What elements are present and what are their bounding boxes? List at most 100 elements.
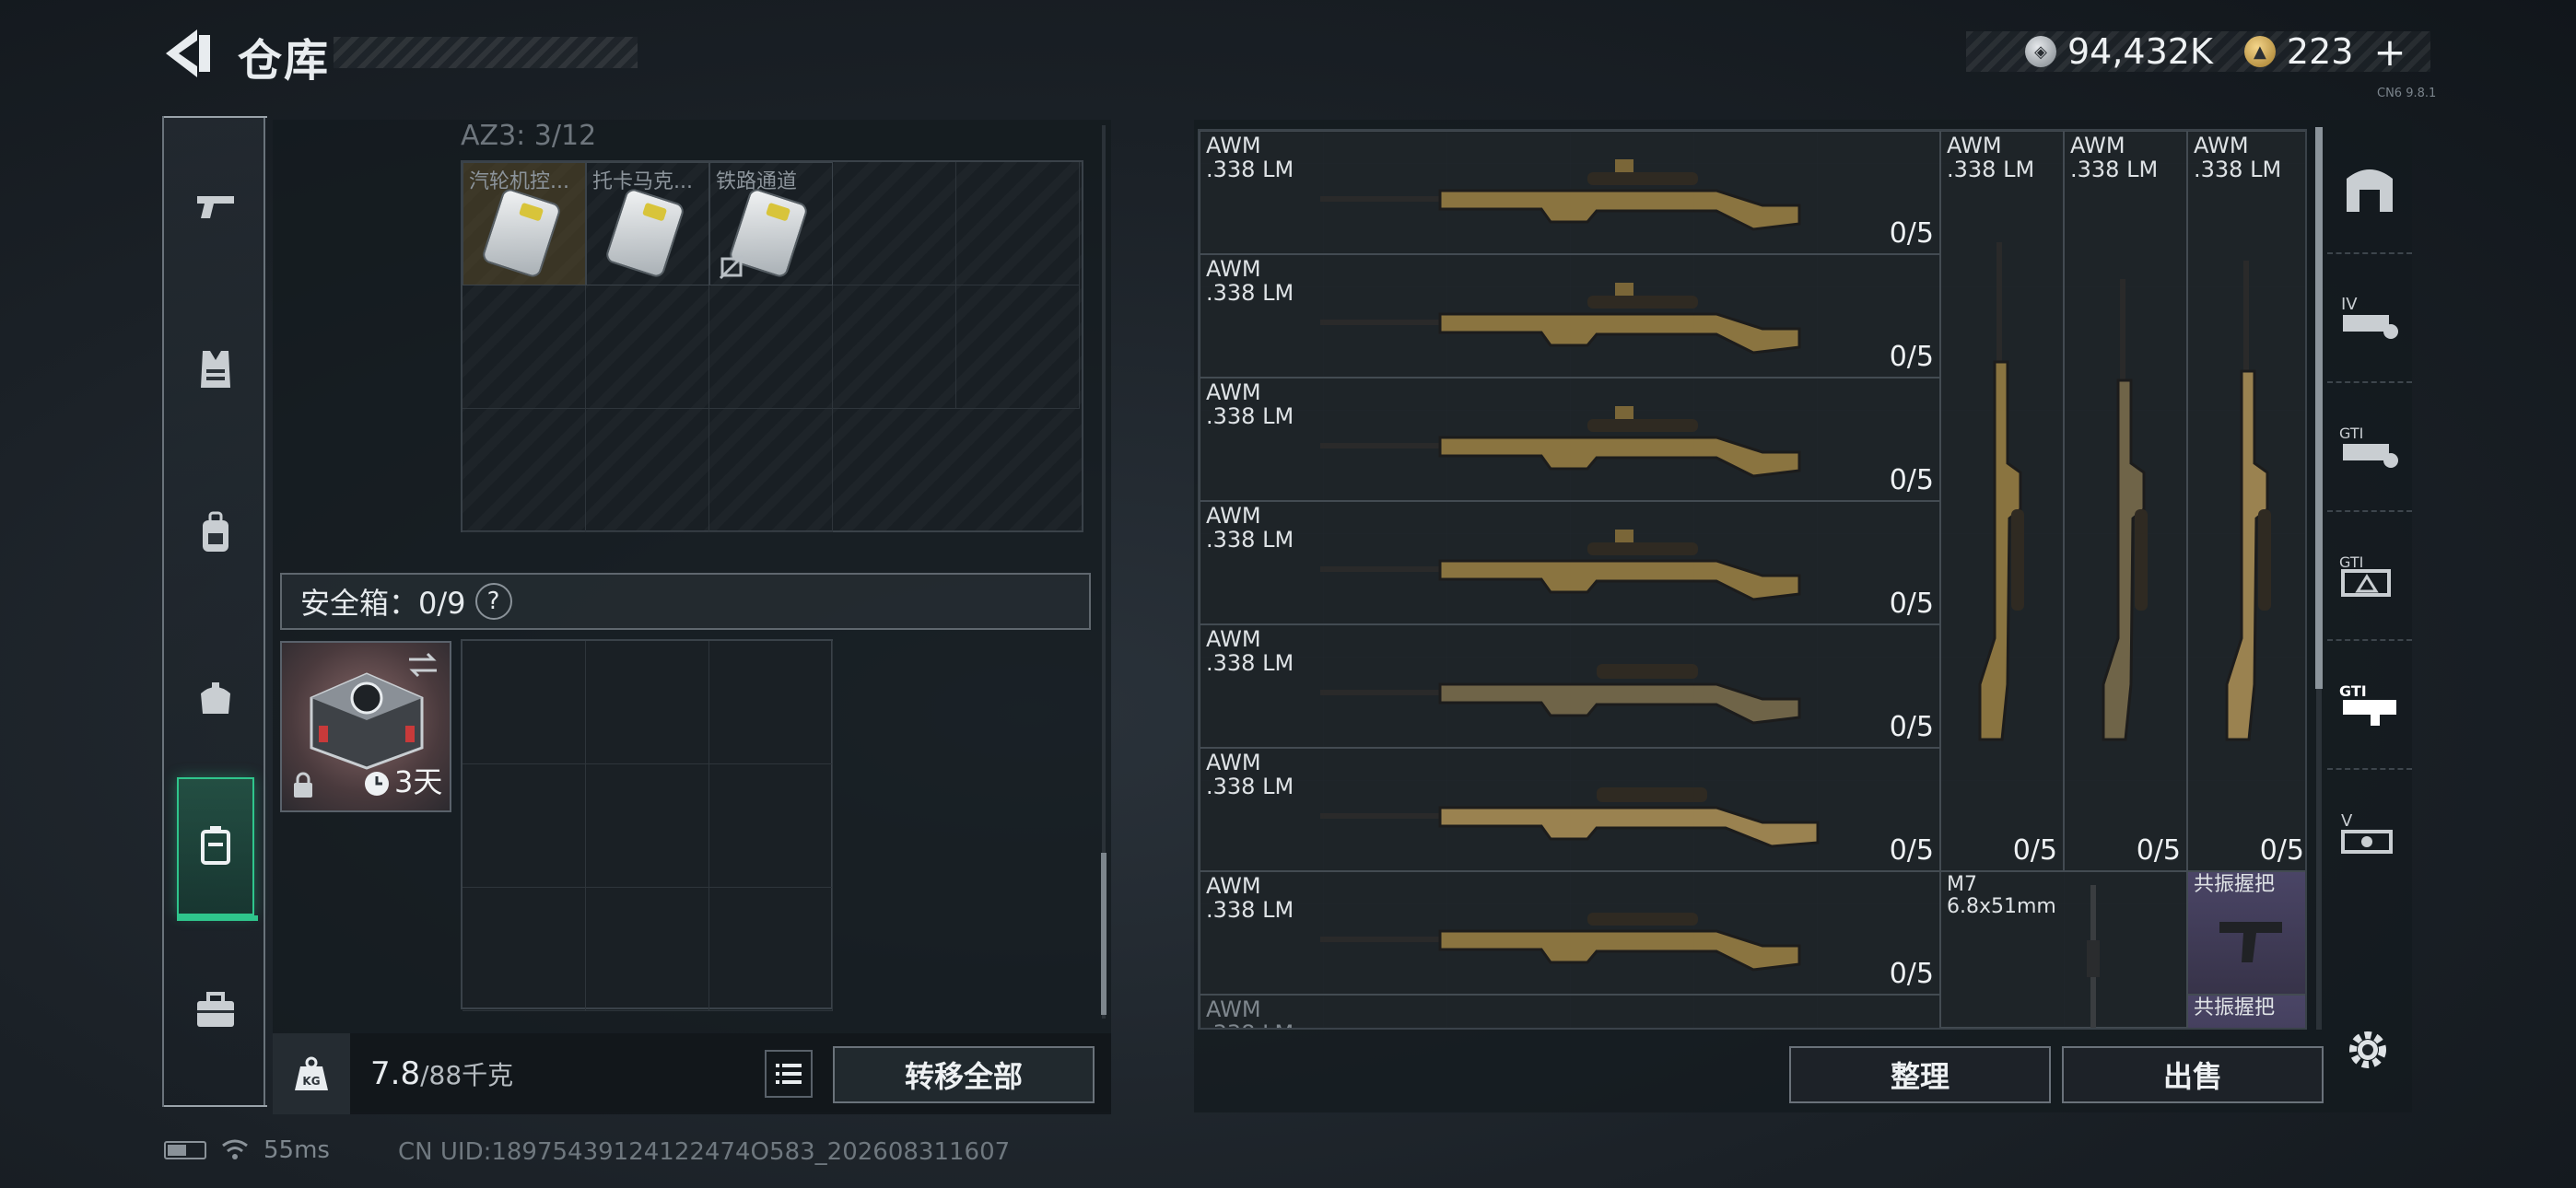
grip-icon xyxy=(2219,922,2282,962)
left-scrollbar[interactable] xyxy=(1101,853,1107,1015)
item-name: AWM .338 LM xyxy=(1206,379,1294,429)
key-card-item[interactable]: 汽轮机控... xyxy=(463,162,586,285)
nav-item-pouch[interactable] xyxy=(177,628,254,766)
key-card-item[interactable]: 托卡马克... xyxy=(586,162,709,285)
grid-cell[interactable] xyxy=(463,285,586,409)
grid-cell[interactable] xyxy=(586,285,709,409)
swap-icon[interactable] xyxy=(405,650,440,680)
item-name: 铁路通道 xyxy=(716,170,798,193)
nav-cap-bottom xyxy=(164,1105,267,1107)
item-name: AWM .338 LM xyxy=(1206,626,1294,676)
item-count: 0/5 xyxy=(2136,834,2181,867)
item-count: 0/5 xyxy=(1889,341,1934,373)
nav-item-briefcase[interactable] xyxy=(177,941,254,1079)
tab-gti-armor[interactable]: GTI xyxy=(2327,383,2412,512)
gti-armor-icon: GTI xyxy=(2339,425,2398,468)
currency-bar: ◈ 94,432K ▲ 223 + xyxy=(1966,29,2430,75)
rifle-icon xyxy=(1978,242,2024,741)
grid-cell[interactable] xyxy=(586,888,709,1011)
safebox-header: 安全箱：0/9 ? xyxy=(280,573,1091,630)
svg-text:V: V xyxy=(2341,811,2353,831)
tab-gti-armor-alt[interactable]: GTI xyxy=(2327,512,2412,641)
weapon-item-awm[interactable]: AWM .338 LM 0/5 xyxy=(1200,131,1940,254)
grid-cell[interactable] xyxy=(709,888,833,1011)
grid-cell[interactable] xyxy=(956,285,1080,409)
sort-button[interactable]: 整理 xyxy=(1789,1046,2051,1103)
weapon-item-awm[interactable]: AWM .338 LM 0/5 xyxy=(1200,254,1940,378)
sell-button[interactable]: 出售 xyxy=(2062,1046,2324,1103)
rifle-icon xyxy=(2087,885,2100,1028)
item-count: 0/5 xyxy=(1889,217,1934,250)
tab-v-armor[interactable]: V xyxy=(2327,770,2412,899)
grid-cell[interactable] xyxy=(833,285,956,409)
item-name: AWM .338 LM xyxy=(1206,996,1294,1028)
pistol-icon xyxy=(197,196,234,218)
grid-cell[interactable] xyxy=(463,409,586,532)
nav-item-safebox[interactable] xyxy=(177,777,258,921)
key-card-item[interactable]: 铁路通道 xyxy=(709,162,833,285)
grid-cell[interactable] xyxy=(709,285,833,409)
grid-cell[interactable] xyxy=(586,641,709,764)
add-currency-button[interactable]: + xyxy=(2373,29,2406,75)
active-tab-underline xyxy=(177,915,258,921)
grid-cell[interactable] xyxy=(463,888,586,1011)
weapon-item-awm[interactable]: AWM .338 LM 0/5 xyxy=(1200,871,1940,995)
help-button[interactable]: ? xyxy=(474,583,512,620)
item-name: AWM .338 LM xyxy=(2194,133,2282,182)
grid-cell[interactable] xyxy=(586,409,709,532)
grid-cell[interactable] xyxy=(956,162,1080,285)
wifi-icon xyxy=(222,1139,248,1159)
battery-icon xyxy=(164,1141,206,1159)
weapon-item-awm[interactable]: AWM .338 LM 0/5 xyxy=(1200,748,1940,871)
nav-item-vest[interactable] xyxy=(177,300,254,438)
weapon-item-awm-vertical[interactable]: AWM .338 LM 0/5 xyxy=(1940,131,2064,871)
back-button[interactable] xyxy=(158,26,223,81)
item-name: AWM .338 LM xyxy=(1206,133,1294,182)
transfer-all-button[interactable]: 转移全部 xyxy=(833,1046,1095,1103)
weapon-item-awm-vertical[interactable]: AWM .338 LM 0/5 xyxy=(2187,131,2305,871)
weapon-item-awm[interactable]: AWM .338 LM xyxy=(1200,995,1940,1028)
safebox-item[interactable]: 3天 xyxy=(280,641,451,812)
item-name: M7 6.8x51mm xyxy=(1947,873,2056,918)
safebox-grid xyxy=(461,639,833,1011)
grid-cell[interactable] xyxy=(709,641,833,764)
list-icon xyxy=(776,1064,802,1084)
grid-cell[interactable] xyxy=(833,162,956,285)
attachment-item-grip[interactable]: 共振握把 xyxy=(2187,871,2305,995)
weapon-item-awm[interactable]: AWM .338 LM 0/5 xyxy=(1200,624,1940,748)
title-stripe xyxy=(334,37,638,68)
svg-text:IV: IV xyxy=(2341,295,2358,314)
lock-icon xyxy=(294,772,312,798)
nav-item-backpack[interactable] xyxy=(177,464,254,602)
safebox-title: 安全箱：0/9 xyxy=(300,586,466,621)
svg-text:GTI: GTI xyxy=(2339,682,2367,700)
item-name: AWM .338 LM xyxy=(1206,256,1294,306)
rifle-icon xyxy=(2225,261,2271,741)
grid-cell[interactable] xyxy=(463,641,586,764)
weapon-item-awm[interactable]: AWM .338 LM 0/5 xyxy=(1200,378,1940,501)
nav-item-weapon[interactable] xyxy=(177,136,254,274)
rifle-icon xyxy=(1320,664,1801,725)
item-name: AWM .338 LM xyxy=(1206,503,1294,553)
tab-all-items[interactable] xyxy=(2327,125,2412,254)
weapon-item-m7[interactable]: M7 6.8x51mm xyxy=(1940,871,2187,1028)
tab-level-iv-armor[interactable]: IV xyxy=(2327,254,2412,383)
list-view-button[interactable] xyxy=(765,1050,813,1098)
grid-cell[interactable] xyxy=(709,764,833,888)
stash-scrollbar[interactable] xyxy=(2315,127,2323,689)
rifle-icon xyxy=(1320,406,1801,478)
grid-cell[interactable] xyxy=(709,409,833,532)
tab-gti-weapon[interactable]: GTI xyxy=(2327,641,2412,770)
settings-gear-icon[interactable] xyxy=(2342,1024,2394,1076)
keycard-icon xyxy=(480,186,563,280)
silver-currency-value: 94,432K xyxy=(2067,31,2213,72)
weapon-item-awm-vertical[interactable]: AWM .338 LM 0/5 xyxy=(2064,131,2187,871)
back-arrow-icon xyxy=(166,29,210,77)
clock-icon xyxy=(365,772,389,796)
grid-cell[interactable] xyxy=(463,764,586,888)
weapon-item-awm[interactable]: AWM .338 LM 0/5 xyxy=(1200,501,1940,624)
attachment-item-grip[interactable]: 共振握把 xyxy=(2187,995,2305,1028)
user-uid: CN UID:18975439124122474O583_20260831160… xyxy=(398,1138,1011,1166)
gold-currency-value: 223 xyxy=(2286,31,2354,72)
grid-cell[interactable] xyxy=(586,764,709,888)
